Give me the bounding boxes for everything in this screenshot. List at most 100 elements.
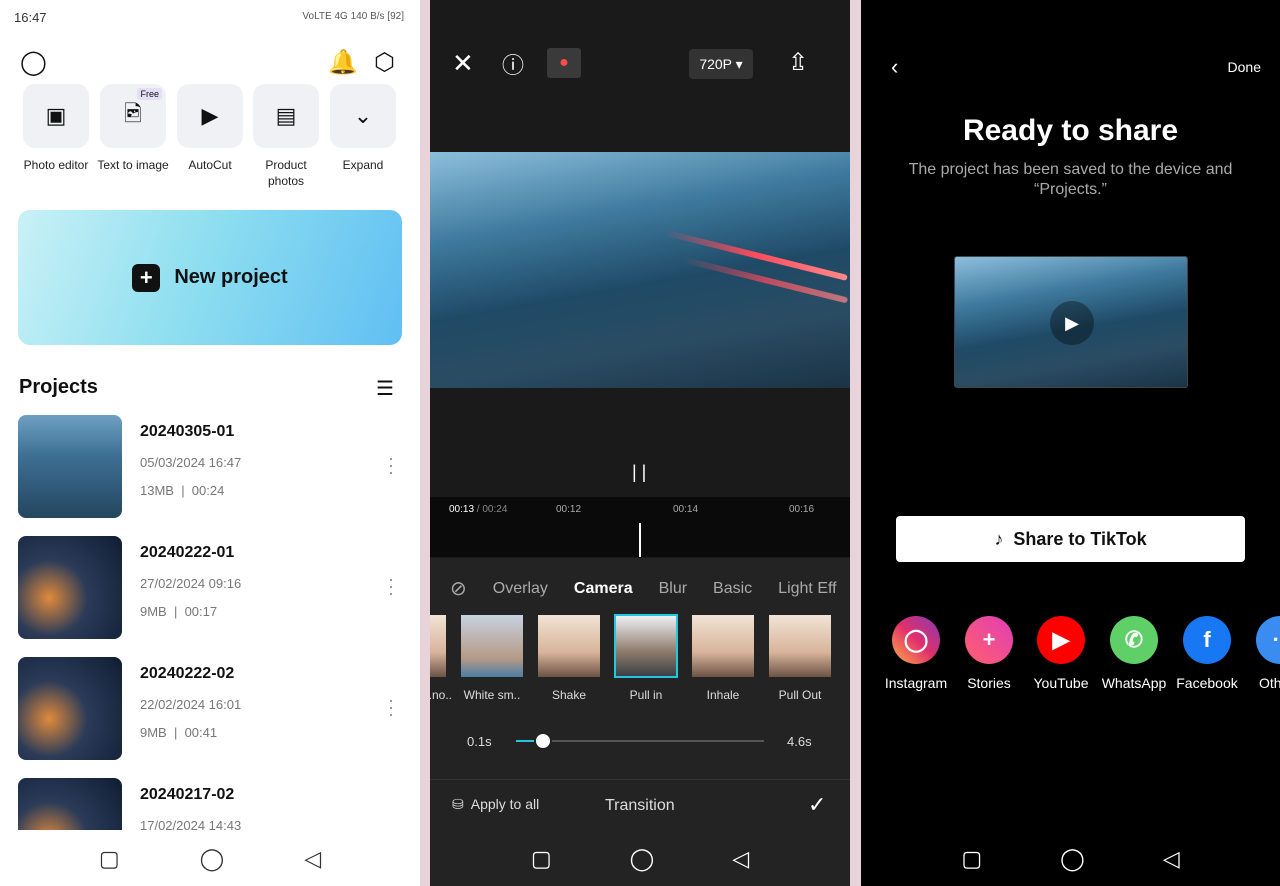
network-indicator: VoLTE 4G [302,11,348,22]
effect-thumbnail[interactable] [461,615,523,677]
new-project-button[interactable]: + New project [18,210,402,345]
none-icon[interactable]: ⊘ [450,576,467,601]
instagram-icon[interactable]: ◯ [892,616,940,664]
duration-max: 4.6s [787,734,812,749]
stories-icon[interactable]: + [965,616,1013,664]
effect-thumbnail-selected[interactable] [614,614,678,678]
home-icon[interactable]: ◯ [1060,846,1085,872]
facebook-icon[interactable]: f [1183,616,1231,664]
profile-icon[interactable]: ◯ [20,48,47,77]
timeline-tick: 00:14 [673,504,699,515]
project-duration: 00:17 [184,604,218,619]
project-size: 9MB [140,725,167,740]
project-thumbnail [18,536,122,639]
share-target-label: Oth [1259,675,1280,691]
layers-icon: ⛁ [452,796,464,812]
project-date: 05/03/2024 16:47 [140,455,242,470]
project-name: 20240305-01 [140,423,235,440]
battery-indicator: 92 [390,11,402,22]
more-icon[interactable]: · · · [388,449,394,481]
resolution-dropdown[interactable]: 720P ▾ [689,49,753,79]
pro-icon[interactable]: ● [547,48,581,78]
photo-editor-button[interactable]: ▣ [23,84,89,148]
export-icon[interactable]: ⇫ [788,48,808,77]
playhead[interactable] [639,523,641,557]
back-icon[interactable]: ◁ [1163,846,1180,872]
bell-icon[interactable]: 🔔 [328,48,358,77]
close-icon[interactable]: ✕ [452,48,474,79]
help-icon[interactable]: ⓘ [502,48,524,80]
effect-thumbnail[interactable] [430,615,446,677]
project-size: 9MB [140,604,167,619]
effect-thumbnail[interactable] [769,615,831,677]
timeline-tick: 00:16 [789,504,815,515]
effect-label: ...no.. [430,688,452,702]
timecode: 00:13 / 00:24 [449,504,507,515]
apply-to-all-button[interactable]: ⛁ Apply to all [452,796,539,813]
more-icon[interactable]: · · · [388,691,394,723]
expand-button[interactable]: ⌄ [330,84,396,148]
whatsapp-icon[interactable]: ✆ [1110,616,1158,664]
project-name: 20240222-02 [140,665,235,682]
transition-panel [430,558,850,886]
current-time: 00:13 [449,504,475,515]
project-meta: 13MB | 00:24 [140,483,225,498]
free-badge: Free [137,88,162,100]
nav-bar: ▢ ◯ ◁ [0,846,420,872]
settings-icon[interactable]: ⬡ [374,48,395,77]
back-arrow-icon[interactable]: ‹ [891,54,898,80]
project-item[interactable]: 20240305-01 05/03/2024 16:47 13MB | 00:2… [18,415,402,519]
duration-min: 0.1s [467,734,492,749]
recents-icon[interactable]: ▢ [531,846,552,872]
tab-basic[interactable]: Basic [713,580,752,598]
effect-thumbnail[interactable] [538,615,600,677]
tab-camera[interactable]: Camera [574,580,633,598]
recents-icon[interactable]: ▢ [961,846,982,872]
confirm-check-icon[interactable]: ✓ [808,792,826,818]
tab-light-effects[interactable]: Light Eff [778,580,836,598]
play-icon[interactable]: ▶ [1050,301,1094,345]
tiktok-icon: ♪ [994,528,1004,549]
share-target-label: YouTube [1033,675,1089,691]
home-icon[interactable]: ◯ [200,846,225,872]
transition-editor: ✕ ⓘ ● 720P ▾ ⇫ | | 00:13 / 00:24 00:12 0… [430,0,850,886]
effect-label: Shake [551,688,587,702]
project-duration: 00:24 [191,483,225,498]
tab-blur[interactable]: Blur [659,580,687,598]
nav-bar: ▢ ◯ ◁ [861,846,1280,872]
speed-indicator: 140 B/s [350,11,385,22]
text-to-image-button[interactable]: 🖻 Free [100,84,166,148]
pause-icon[interactable]: | | [632,462,646,483]
light-streak [681,256,849,304]
duration-slider[interactable] [516,732,764,750]
project-item[interactable]: 20240222-01 27/02/2024 09:16 9MB | 00:17… [18,536,402,640]
youtube-icon[interactable]: ▶ [1037,616,1085,664]
home-icon[interactable]: ◯ [630,846,655,872]
back-icon[interactable]: ◁ [304,846,321,872]
autocut-button[interactable]: ▶ [177,84,243,148]
tab-overlay[interactable]: Overlay [493,580,548,598]
back-icon[interactable]: ◁ [732,846,749,872]
project-meta: 9MB | 00:17 [140,604,218,619]
new-project-label: New project [174,266,288,288]
manage-list-icon[interactable]: ☰ [376,376,394,401]
text-to-image-icon: 🖻 [124,101,142,126]
project-name: 20240217-02 [140,786,235,803]
project-item[interactable]: 20240222-02 22/02/2024 16:01 9MB | 00:41… [18,657,402,761]
share-to-tiktok-button[interactable]: ♪ Share to TikTok [896,516,1245,562]
project-thumbnail [18,657,122,760]
chevron-down-icon: ⌄ [353,103,373,128]
done-button[interactable]: Done [1228,59,1261,75]
project-item[interactable]: 20240217-02 17/02/2024 14:43 [18,778,402,830]
other-icon[interactable]: ·· [1256,616,1280,664]
more-icon[interactable]: · · · [388,570,394,602]
video-thumbnail[interactable]: ▶ [954,256,1188,388]
status-time: 16:47 [14,10,47,25]
effect-label: Inhale [706,688,740,702]
resolution-value: 720P [699,56,732,72]
share-title: Ready to share [962,114,1179,147]
effect-thumbnail[interactable] [692,615,754,677]
project-duration: 00:41 [184,725,218,740]
product-photos-button[interactable]: ▤ [253,84,319,148]
recents-icon[interactable]: ▢ [99,846,120,872]
